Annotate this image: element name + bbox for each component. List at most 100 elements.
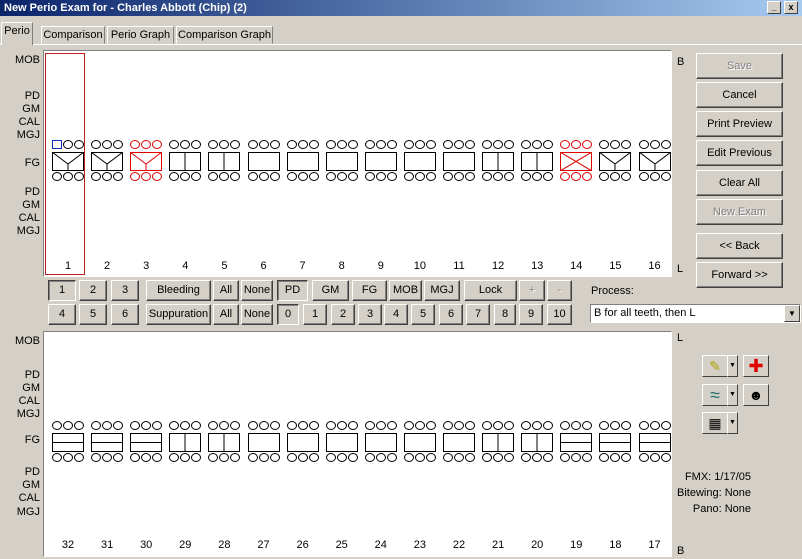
measure-mgj-button[interactable]: MGJ xyxy=(424,280,460,301)
site-circle[interactable] xyxy=(325,453,336,462)
note-icon[interactable]: ✎ xyxy=(702,355,728,377)
tooth-bottom-sites[interactable] xyxy=(441,453,477,463)
site-circle[interactable] xyxy=(52,172,62,181)
site-circle[interactable] xyxy=(443,140,453,149)
site-circle[interactable] xyxy=(286,421,297,430)
print-preview-button[interactable]: Print Preview xyxy=(696,111,783,137)
tab-perio[interactable]: Perio xyxy=(1,22,33,45)
suppuration-all-button[interactable]: All xyxy=(213,304,239,325)
site-circle[interactable] xyxy=(621,172,632,181)
tooth-bottom-sites[interactable] xyxy=(363,453,399,463)
site-circle[interactable] xyxy=(208,140,219,149)
number-button-1[interactable]: 1 xyxy=(303,304,327,325)
site-circle[interactable] xyxy=(638,421,649,430)
site-circle[interactable] xyxy=(414,140,425,149)
site-circle[interactable] xyxy=(504,172,515,181)
site-circle[interactable] xyxy=(610,172,621,181)
site-circle[interactable] xyxy=(638,453,649,462)
site-circle[interactable] xyxy=(560,453,571,462)
site-circle[interactable] xyxy=(571,421,582,430)
tooth-top-sites[interactable] xyxy=(324,140,360,150)
measure-gm-button[interactable]: GM xyxy=(312,280,349,301)
upper-tooth-7[interactable] xyxy=(285,140,321,182)
number-button-6[interactable]: 6 xyxy=(439,304,463,325)
site-circle[interactable] xyxy=(191,421,202,430)
bleeding-all-button[interactable]: All xyxy=(213,280,239,301)
site-circle[interactable] xyxy=(582,172,593,181)
tooth-top-sites[interactable] xyxy=(50,421,86,431)
site-circle[interactable] xyxy=(560,140,571,149)
upper-tooth-13[interactable] xyxy=(519,140,555,182)
lower-tooth-27[interactable] xyxy=(246,421,282,463)
upper-tooth-16[interactable] xyxy=(637,140,673,182)
site-button-3[interactable]: 3 xyxy=(111,280,139,301)
site-circle[interactable] xyxy=(414,172,425,181)
site-circle[interactable] xyxy=(638,172,649,181)
tooth-top-sites[interactable] xyxy=(363,140,399,150)
site-circle[interactable] xyxy=(621,421,632,430)
site-circle[interactable] xyxy=(638,140,649,149)
tooth-bottom-sites[interactable] xyxy=(597,172,633,182)
site-circle[interactable] xyxy=(297,453,308,462)
tooth-bottom-sites[interactable] xyxy=(324,172,360,182)
upper-tooth-4[interactable] xyxy=(167,140,203,182)
upper-tooth-3[interactable] xyxy=(128,140,164,182)
tooth-top-sites[interactable] xyxy=(637,140,673,150)
site-button-6[interactable]: 6 xyxy=(111,304,139,325)
upper-tooth-12[interactable] xyxy=(480,140,516,182)
tooth-bottom-sites[interactable] xyxy=(167,172,203,182)
upper-tooth-11[interactable] xyxy=(441,140,477,182)
number-button-8[interactable]: 8 xyxy=(494,304,516,325)
lower-tooth-24[interactable] xyxy=(363,421,399,463)
site-circle[interactable] xyxy=(308,172,319,181)
site-circle[interactable] xyxy=(52,453,62,462)
lower-tooth-32[interactable] xyxy=(50,421,86,463)
site-circle[interactable] xyxy=(180,140,191,149)
site-circle[interactable] xyxy=(169,421,180,430)
site-circle[interactable] xyxy=(649,453,660,462)
tooth-top-sites[interactable] xyxy=(246,421,282,431)
tooth-top-sites[interactable] xyxy=(441,421,477,431)
site-circle[interactable] xyxy=(660,453,671,462)
process-select[interactable]: B for all teeth, then L ▼ xyxy=(590,304,801,323)
site-circle[interactable] xyxy=(74,421,84,430)
site-circle[interactable] xyxy=(286,140,297,149)
tooth-bottom-sites[interactable] xyxy=(206,453,242,463)
tooth-bottom-sites[interactable] xyxy=(558,172,594,182)
site-circle[interactable] xyxy=(610,453,621,462)
site-circle[interactable] xyxy=(269,453,280,462)
save-button[interactable]: Save xyxy=(696,53,783,79)
lower-tooth-23[interactable] xyxy=(402,421,438,463)
site-circle[interactable] xyxy=(286,453,297,462)
number-button-7[interactable]: 7 xyxy=(466,304,490,325)
site-circle[interactable] xyxy=(375,421,386,430)
site-circle[interactable] xyxy=(454,453,464,462)
measure-mob-button[interactable]: MOB xyxy=(389,280,422,301)
site-circle[interactable] xyxy=(425,453,436,462)
site-circle[interactable] xyxy=(297,421,308,430)
site-circle[interactable] xyxy=(102,421,113,430)
number-button-4[interactable]: 4 xyxy=(384,304,408,325)
clear-all-button[interactable]: Clear All xyxy=(696,170,783,196)
site-circle[interactable] xyxy=(269,140,280,149)
back-button[interactable]: << Back xyxy=(696,233,783,259)
lower-tooth-20[interactable] xyxy=(519,421,555,463)
site-circle[interactable] xyxy=(347,172,358,181)
measure-fg-button[interactable]: FG xyxy=(352,280,387,301)
tab-comparison[interactable]: Comparison xyxy=(41,26,105,44)
site-circle[interactable] xyxy=(425,421,436,430)
tooth-bottom-sites[interactable] xyxy=(480,453,516,463)
site-circle[interactable] xyxy=(599,421,610,430)
tooth-top-sites[interactable] xyxy=(402,421,438,431)
site-circle[interactable] xyxy=(63,421,73,430)
number-button-3[interactable]: 3 xyxy=(358,304,382,325)
site-circle[interactable] xyxy=(582,421,593,430)
number-button-10[interactable]: 10 xyxy=(547,304,572,325)
site-circle[interactable] xyxy=(219,453,230,462)
site-circle[interactable] xyxy=(269,421,280,430)
site-circle[interactable] xyxy=(91,140,102,149)
site-circle[interactable] xyxy=(504,140,515,149)
site-circle[interactable] xyxy=(113,453,124,462)
site-circle[interactable] xyxy=(169,140,180,149)
tooth-top-sites[interactable] xyxy=(285,421,321,431)
